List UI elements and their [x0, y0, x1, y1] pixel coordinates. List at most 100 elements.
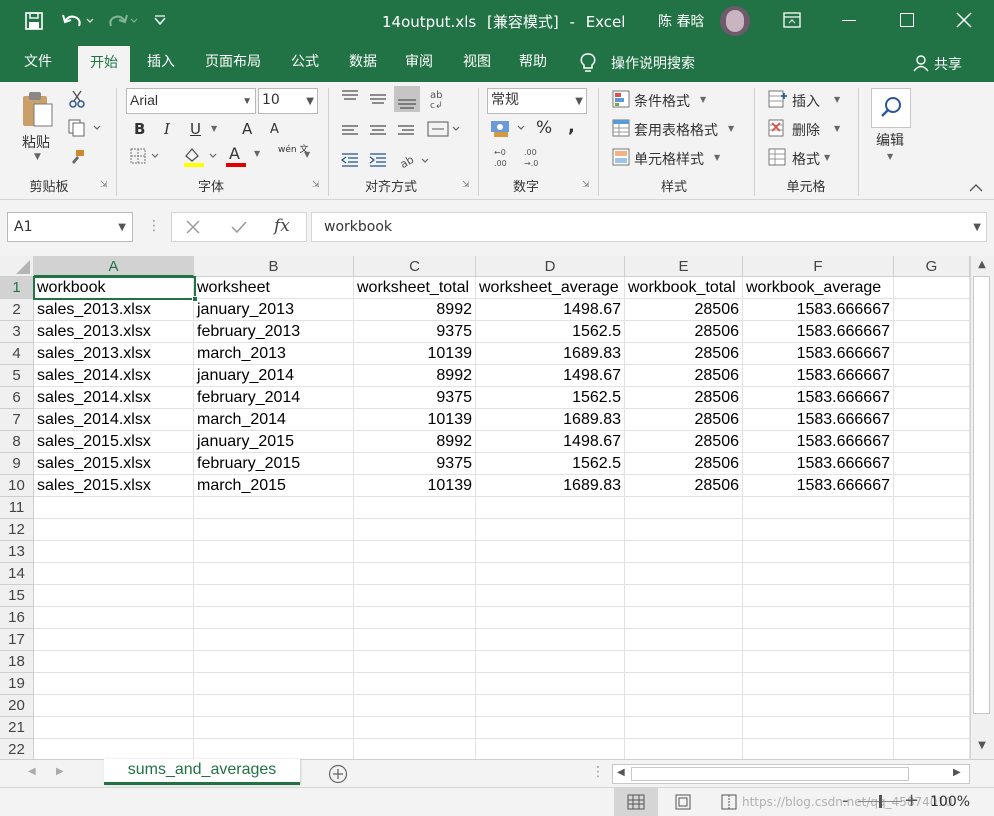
name-box[interactable]: A1 ▼	[7, 212, 133, 242]
format-cells-button[interactable]: 格式	[792, 149, 820, 169]
column-header[interactable]: C	[354, 256, 476, 277]
alignment-launcher-icon[interactable]: ⇲	[462, 180, 470, 190]
ribbon-display-options-icon[interactable]	[782, 11, 802, 29]
row-header[interactable]: 10	[0, 475, 34, 497]
grid-cell[interactable]	[194, 541, 354, 563]
grid-cell[interactable]: sales_2013.xlsx	[34, 321, 194, 343]
grid-cell[interactable]: january_2015	[194, 431, 354, 453]
scroll-right-icon[interactable]: ▶	[953, 767, 961, 778]
maximize-icon[interactable]	[900, 13, 914, 27]
zoom-level[interactable]: 100%	[930, 794, 970, 810]
grid-cell[interactable]	[476, 629, 625, 651]
grid-cell[interactable]	[625, 585, 743, 607]
grid-cell[interactable]	[34, 519, 194, 541]
grid-cell[interactable]: workbook_total	[625, 277, 743, 299]
grid-cell[interactable]: 1583.666667	[743, 453, 894, 475]
grid-cell[interactable]	[194, 607, 354, 629]
grid-cell[interactable]	[625, 739, 743, 761]
chevron-down-icon[interactable]: ▼	[700, 95, 706, 104]
cell-styles-button[interactable]: 单元格样式	[634, 149, 704, 169]
grid-cell[interactable]: 1583.666667	[743, 321, 894, 343]
scroll-left-icon[interactable]: ◀	[617, 767, 625, 778]
row-header[interactable]: 9	[0, 453, 34, 475]
sheet-prev-icon[interactable]: ◀	[28, 766, 36, 777]
avatar[interactable]	[720, 6, 750, 36]
copy-icon[interactable]	[68, 119, 102, 137]
clipboard-launcher-icon[interactable]: ⇲	[100, 180, 108, 190]
grid-cell[interactable]	[894, 365, 970, 387]
grid-cell[interactable]	[894, 497, 970, 519]
grid-cell[interactable]: 1583.666667	[743, 409, 894, 431]
grid-cell[interactable]: february_2014	[194, 387, 354, 409]
row-header[interactable]: 11	[0, 497, 34, 519]
column-header[interactable]: G	[894, 256, 970, 277]
grow-font-button[interactable]: A	[242, 120, 252, 138]
grid-cell[interactable]: 28506	[625, 475, 743, 497]
underline-dropdown-icon[interactable]: ▼	[211, 124, 217, 133]
row-header[interactable]: 14	[0, 563, 34, 585]
new-sheet-icon[interactable]	[328, 764, 348, 784]
comma-button[interactable]: ,	[568, 116, 575, 137]
close-icon[interactable]	[956, 12, 972, 28]
insert-cells-button[interactable]: 插入	[792, 91, 820, 111]
grid-cell[interactable]: january_2013	[194, 299, 354, 321]
tab-page-layout[interactable]: 页面布局	[194, 42, 272, 82]
increase-decimal-icon[interactable]: ←0 .00 .00 →.0	[494, 146, 554, 168]
grid-cell[interactable]: 1689.83	[476, 409, 625, 431]
row-header[interactable]: 13	[0, 541, 34, 563]
grid-cell[interactable]	[743, 629, 894, 651]
grid-cell[interactable]: march_2013	[194, 343, 354, 365]
percent-button[interactable]: %	[536, 118, 552, 138]
paste-icon[interactable]	[20, 90, 54, 130]
grid-cell[interactable]: 28506	[625, 299, 743, 321]
row-header[interactable]: 8	[0, 431, 34, 453]
grid-cell[interactable]	[625, 651, 743, 673]
tab-data[interactable]: 数据	[338, 42, 388, 82]
grid-cell[interactable]: february_2015	[194, 453, 354, 475]
row-header[interactable]: 16	[0, 607, 34, 629]
grid-cell[interactable]	[194, 717, 354, 739]
grid-cell[interactable]: worksheet_total	[354, 277, 476, 299]
grid-cell[interactable]	[894, 453, 970, 475]
grid-cell[interactable]	[354, 695, 476, 717]
grid-cell[interactable]: 1498.67	[476, 365, 625, 387]
chevron-down-icon[interactable]: ▼	[306, 91, 314, 113]
row-header[interactable]: 5	[0, 365, 34, 387]
grid-cell[interactable]: 28506	[625, 431, 743, 453]
grid-cell[interactable]	[34, 673, 194, 695]
grid-cell[interactable]: january_2014	[194, 365, 354, 387]
user-name[interactable]: 陈 春晗	[658, 11, 704, 31]
select-all-button[interactable]	[0, 256, 34, 277]
grid-cell[interactable]	[34, 497, 194, 519]
grid-cell[interactable]	[625, 695, 743, 717]
column-header[interactable]: D	[476, 256, 625, 277]
grid-cell[interactable]	[194, 739, 354, 761]
grid-cell[interactable]	[743, 651, 894, 673]
grid-cell[interactable]: 1583.666667	[743, 387, 894, 409]
grid-cell[interactable]	[894, 431, 970, 453]
grid-cell[interactable]	[354, 497, 476, 519]
grid-cell[interactable]	[894, 673, 970, 695]
grid-cell[interactable]: sales_2013.xlsx	[34, 343, 194, 365]
row-header[interactable]: 22	[0, 739, 34, 761]
grid-cell[interactable]	[194, 497, 354, 519]
grid-cell[interactable]	[894, 717, 970, 739]
row-header[interactable]: 15	[0, 585, 34, 607]
font-color-icon[interactable]: A ▼	[224, 144, 264, 168]
font-size-box[interactable]: 10 ▼	[258, 88, 318, 114]
grid-cell[interactable]: worksheet_average	[476, 277, 625, 299]
grid-cell[interactable]	[625, 673, 743, 695]
row-header[interactable]: 1	[0, 277, 34, 299]
row-header[interactable]: 3	[0, 321, 34, 343]
grid-cell[interactable]: 28506	[625, 321, 743, 343]
grid-cell[interactable]	[354, 673, 476, 695]
grid-cell[interactable]: march_2014	[194, 409, 354, 431]
grid-cell[interactable]	[894, 585, 970, 607]
cancel-icon[interactable]	[185, 219, 201, 235]
tab-view[interactable]: 视图	[452, 42, 502, 82]
paste-dropdown-icon[interactable]: ▼	[34, 152, 41, 162]
tab-file[interactable]: 文件	[10, 42, 66, 82]
grid-cell[interactable]	[34, 563, 194, 585]
grid-cell[interactable]	[625, 563, 743, 585]
grid-cell[interactable]	[476, 607, 625, 629]
